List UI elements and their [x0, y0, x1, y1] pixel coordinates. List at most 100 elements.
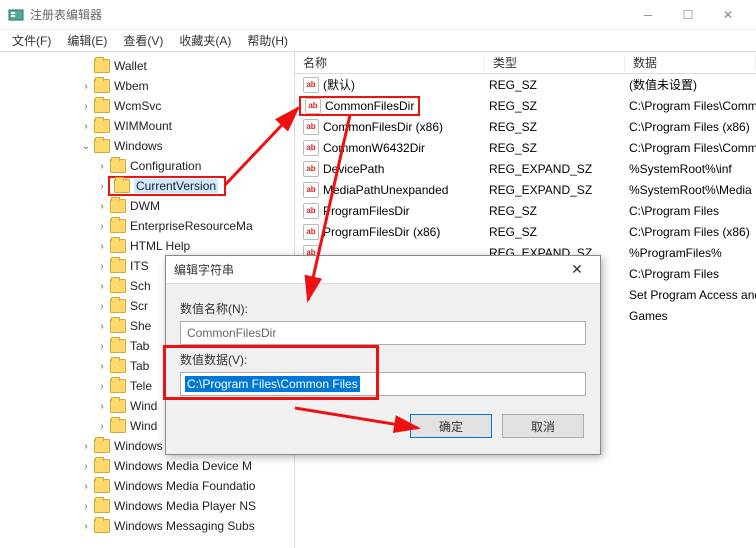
col-type[interactable]: 类型 — [485, 54, 625, 71]
tree-item[interactable]: ›WIMMount — [0, 116, 294, 136]
tree-item-label: Tele — [130, 379, 152, 393]
chevron-right-icon[interactable]: › — [96, 281, 108, 292]
tree-item[interactable]: › DWM — [0, 196, 294, 216]
list-row[interactable]: abCommonW6432DirREG_SZC:\Program Files\C… — [295, 137, 756, 158]
tree-item-label: WcmSvc — [114, 99, 161, 113]
folder-icon — [110, 299, 126, 313]
edit-string-dialog: 编辑字符串 ✕ 数值名称(N): CommonFilesDir 数值数据(V):… — [165, 255, 601, 455]
chevron-right-icon[interactable]: › — [96, 421, 108, 432]
close-button[interactable]: ✕ — [708, 3, 748, 27]
tree-item[interactable]: ⌄Windows — [0, 136, 294, 156]
chevron-right-icon[interactable]: › — [80, 501, 92, 512]
col-data[interactable]: 数据 — [625, 54, 756, 71]
string-value-icon: ab — [303, 140, 319, 156]
folder-icon — [110, 359, 126, 373]
value-type: REG_SZ — [485, 204, 625, 218]
tree-item[interactable]: › Windows Media Device M — [0, 456, 294, 476]
value-name: (默认) — [323, 76, 355, 93]
value-type: REG_SZ — [485, 99, 625, 113]
cancel-button[interactable]: 取消 — [502, 414, 584, 438]
tree-item[interactable]: › EnterpriseResourceMa — [0, 216, 294, 236]
chevron-down-icon[interactable]: ⌄ — [80, 141, 92, 152]
chevron-right-icon[interactable]: › — [80, 81, 92, 92]
chevron-right-icon[interactable]: › — [96, 241, 108, 252]
menu-bar: 文件(F) 编辑(E) 查看(V) 收藏夹(A) 帮助(H) — [0, 30, 756, 52]
tree-item[interactable]: › Windows Media Player NS — [0, 496, 294, 516]
value-name: ProgramFilesDir (x86) — [323, 225, 440, 239]
chevron-right-icon[interactable]: › — [96, 161, 108, 172]
tree-item-label: Tab — [130, 359, 149, 373]
folder-icon — [94, 519, 110, 533]
tree-item-label: Windows Media Device M — [114, 459, 252, 473]
tree-item-label: Windows Media Foundatio — [114, 479, 255, 493]
ok-button[interactable]: 确定 — [410, 414, 492, 438]
chevron-right-icon[interactable]: › — [80, 461, 92, 472]
menu-help[interactable]: 帮助(H) — [239, 30, 296, 51]
tree-item[interactable]: › WcmSvc — [0, 96, 294, 116]
chevron-right-icon[interactable]: › — [96, 261, 108, 272]
chevron-right-icon[interactable]: › — [96, 201, 108, 212]
chevron-right-icon[interactable]: › — [96, 221, 108, 232]
string-value-icon: ab — [303, 77, 319, 93]
folder-icon — [94, 99, 110, 113]
tree-item-label: Wind — [130, 399, 157, 413]
list-row[interactable]: abProgramFilesDir (x86)REG_SZC:\Program … — [295, 221, 756, 242]
folder-icon — [110, 339, 126, 353]
chevron-right-icon[interactable]: › — [80, 521, 92, 532]
list-row[interactable]: ab(默认)REG_SZ(数值未设置) — [295, 74, 756, 95]
tree-item-label: Configuration — [130, 159, 201, 173]
tree-item-label: Windows Media Player NS — [114, 499, 256, 513]
list-row[interactable]: abDevicePathREG_EXPAND_SZ%SystemRoot%\in… — [295, 158, 756, 179]
list-header: 名称 类型 数据 — [295, 52, 756, 74]
dialog-close-button[interactable]: ✕ — [562, 261, 592, 278]
tree-item[interactable]: Wallet — [0, 56, 294, 76]
tree-item-label: Wallet — [114, 59, 147, 73]
minimize-button[interactable]: ─ — [628, 3, 668, 27]
chevron-right-icon[interactable]: › — [96, 181, 108, 192]
chevron-right-icon[interactable]: › — [96, 321, 108, 332]
value-type: REG_EXPAND_SZ — [485, 162, 625, 176]
tree-item[interactable]: ›CurrentVersion — [0, 176, 294, 196]
chevron-right-icon[interactable]: › — [96, 401, 108, 412]
value-name: MediaPathUnexpanded — [323, 183, 448, 197]
tree-item-label: EnterpriseResourceMa — [130, 219, 253, 233]
chevron-right-icon[interactable]: › — [96, 301, 108, 312]
tree-item[interactable]: ›Windows Messaging Subs — [0, 516, 294, 536]
dialog-title-bar[interactable]: 编辑字符串 ✕ — [166, 256, 600, 284]
chevron-right-icon[interactable]: › — [96, 381, 108, 392]
chevron-right-icon[interactable]: › — [80, 441, 92, 452]
folder-icon — [94, 79, 110, 93]
tree-item[interactable]: › Configuration — [0, 156, 294, 176]
value-type: REG_EXPAND_SZ — [485, 183, 625, 197]
value-data-field[interactable]: C:\Program Files\Common Files — [180, 372, 586, 396]
tree-item[interactable]: ›HTML Help — [0, 236, 294, 256]
menu-view[interactable]: 查看(V) — [115, 30, 171, 51]
chevron-right-icon[interactable]: › — [80, 101, 92, 112]
menu-file[interactable]: 文件(F) — [4, 30, 59, 51]
tree-item-label: DWM — [130, 199, 160, 213]
tree-item[interactable]: ›Wbem — [0, 76, 294, 96]
value-name: CommonFilesDir — [325, 99, 414, 113]
chevron-right-icon[interactable]: › — [96, 361, 108, 372]
chevron-right-icon[interactable]: › — [80, 121, 92, 132]
menu-edit[interactable]: 编辑(E) — [59, 30, 115, 51]
value-name: ProgramFilesDir — [323, 204, 410, 218]
menu-favorites[interactable]: 收藏夹(A) — [171, 30, 239, 51]
value-data: C:\Program Files — [625, 204, 756, 218]
folder-icon — [94, 479, 110, 493]
list-row[interactable]: abCommonFilesDir (x86)REG_SZC:\Program F… — [295, 116, 756, 137]
value-name: DevicePath — [323, 162, 384, 176]
chevron-right-icon[interactable]: › — [96, 341, 108, 352]
folder-icon — [110, 279, 126, 293]
list-row[interactable]: abProgramFilesDirREG_SZC:\Program Files — [295, 200, 756, 221]
value-name: CommonW6432Dir — [323, 141, 425, 155]
value-data: C:\Program Files\Comm — [625, 141, 756, 155]
list-row[interactable]: abMediaPathUnexpandedREG_EXPAND_SZ%Syste… — [295, 179, 756, 200]
tree-item[interactable]: › Windows Media Foundatio — [0, 476, 294, 496]
string-value-icon: ab — [303, 161, 319, 177]
chevron-right-icon[interactable]: › — [80, 481, 92, 492]
value-type: REG_SZ — [485, 225, 625, 239]
list-row[interactable]: abCommonFilesDirREG_SZC:\Program Files\C… — [295, 95, 756, 116]
col-name[interactable]: 名称 — [295, 54, 485, 71]
maximize-button[interactable]: ☐ — [668, 3, 708, 27]
